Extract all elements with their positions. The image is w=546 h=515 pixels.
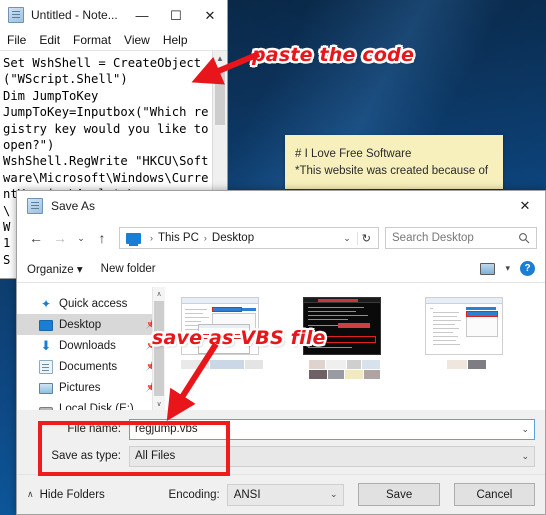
menu-item-help[interactable]: Help [163,33,188,47]
save-button[interactable]: Save [358,483,440,506]
encoding-value: ANSI [233,488,261,501]
toolbar-right-group: ▾ ? [480,261,535,276]
chevron-down-icon[interactable]: ⌄ [337,233,357,244]
minimize-button[interactable]: — [125,0,159,30]
sticky-note-line-1: # I Love Free Software [295,148,412,160]
hide-folders-label: Hide Folders [39,488,105,501]
save-as-navigation-bar: ← → ⌄ ↑ › This PC › Desktop ⌄ ↻ Search D… [17,221,545,255]
notepad-menubar: File Edit Format View Help [0,30,227,51]
close-button[interactable]: ✕ [193,0,227,30]
cancel-button[interactable]: Cancel [453,483,536,506]
sidebar-item-label: Pictures [59,381,101,394]
chevron-down-icon: ▾ [76,263,83,276]
chevron-down-icon[interactable]: ⌄ [521,451,529,462]
chevron-down-icon[interactable]: ▾ [505,263,510,274]
view-layout-icon[interactable] [480,262,496,275]
up-button[interactable]: ↑ [91,226,113,250]
notepad-titlebar: Untitled - Note... — ☐ ✕ [0,0,227,30]
sidebar-item-label: Documents [59,360,118,373]
organize-button[interactable]: Organize ▾ [27,262,83,276]
sidebar-item-desktop[interactable]: Desktop 📌 [17,314,165,335]
recent-locations-button[interactable]: ⌄ [73,226,89,250]
sidebar-item-label: Downloads [59,339,116,352]
file-thumbnail [425,297,503,355]
menu-item-file[interactable]: File [7,33,26,47]
desktop-icon [39,320,53,331]
sidebar-item-label: Local Disk (E:) [59,402,134,411]
refresh-icon[interactable]: ↻ [356,231,375,245]
scrollbar-thumb[interactable] [215,67,225,125]
file-name-blurred [303,360,385,379]
close-icon[interactable]: ✕ [505,191,545,221]
breadcrumb-desktop[interactable]: Desktop [212,232,254,244]
file-name-blurred [181,360,263,369]
chevron-up-icon: ∧ [27,489,34,499]
back-button[interactable]: ← [25,226,47,250]
address-bar[interactable]: › This PC › Desktop ⌄ ↻ [119,227,379,249]
sticky-note-line-2: *This website was created because of [295,165,489,177]
file-name-blurred [425,360,507,369]
this-pc-icon [126,232,141,246]
chevron-down-icon[interactable]: ⌄ [521,424,529,435]
breadcrumb-this-pc[interactable]: This PC [158,232,199,244]
pictures-icon [39,383,53,394]
new-folder-button[interactable]: New folder [101,263,156,275]
help-icon[interactable]: ? [520,261,535,276]
sidebar-item-quick-access[interactable]: ✦ Quick access [17,293,165,314]
encoding-select[interactable]: ANSI ⌄ [226,483,345,506]
notepad-icon [27,198,43,214]
documents-icon [39,359,53,374]
disk-icon [39,406,53,410]
notepad-window-buttons: — ☐ ✕ [125,0,227,30]
sidebar-item-downloads[interactable]: ⬇ Downloads 📌 [17,335,165,356]
breadcrumb-separator: › [203,233,207,243]
scroll-down-icon[interactable]: ∨ [153,397,165,410]
notepad-icon [8,7,24,23]
sidebar-item-local-disk-e[interactable]: Local Disk (E:) [17,398,165,410]
menu-item-format[interactable]: Format [73,33,111,47]
file-item[interactable] [425,297,507,379]
sticky-note: # I Love Free Software *This website was… [285,135,503,189]
sidebar-item-documents[interactable]: Documents 📌 [17,356,165,377]
forward-button[interactable]: → [49,226,71,250]
breadcrumb-separator: › [150,233,153,243]
annotation-save-as-vbs-file: save as VBS file [152,327,326,349]
search-input[interactable]: Search Desktop [392,232,518,244]
scroll-up-icon[interactable]: ∧ [153,287,165,300]
menu-item-edit[interactable]: Edit [39,33,60,47]
save-as-titlebar: Save As ✕ [17,191,545,221]
hide-folders-button[interactable]: ∧ Hide Folders [27,489,169,501]
save-as-footer: ∧ Hide Folders Encoding: ANSI ⌄ Save Can… [17,474,545,514]
sidebar-item-pictures[interactable]: Pictures 📌 [17,377,165,398]
downloads-icon: ⬇ [40,337,52,353]
organize-label: Organize [27,263,74,276]
sidebar-item-label: Quick access [59,297,128,310]
search-box[interactable]: Search Desktop [385,227,537,249]
notepad-title: Untitled - Note... [31,8,118,22]
highlight-box-filename-fields [38,421,230,476]
menu-item-view[interactable]: View [124,33,150,47]
desktop-background: # I Love Free Software *This website was… [0,0,546,515]
sidebar-item-label: Desktop [59,318,102,331]
save-as-title: Save As [51,199,96,213]
encoding-label: Encoding: [168,488,220,501]
scroll-up-icon[interactable]: ▲ [213,51,227,65]
annotation-paste-the-code: paste the code [252,44,415,66]
navigation-pane: ✦ Quick access Desktop 📌 ⬇ Downloads 📌 D… [17,283,165,410]
maximize-button[interactable]: ☐ [159,0,193,30]
chevron-down-icon[interactable]: ⌄ [330,489,338,500]
save-as-toolbar: Organize ▾ New folder ▾ ? [17,255,545,283]
search-icon [519,233,530,244]
star-icon: ✦ [40,296,52,311]
